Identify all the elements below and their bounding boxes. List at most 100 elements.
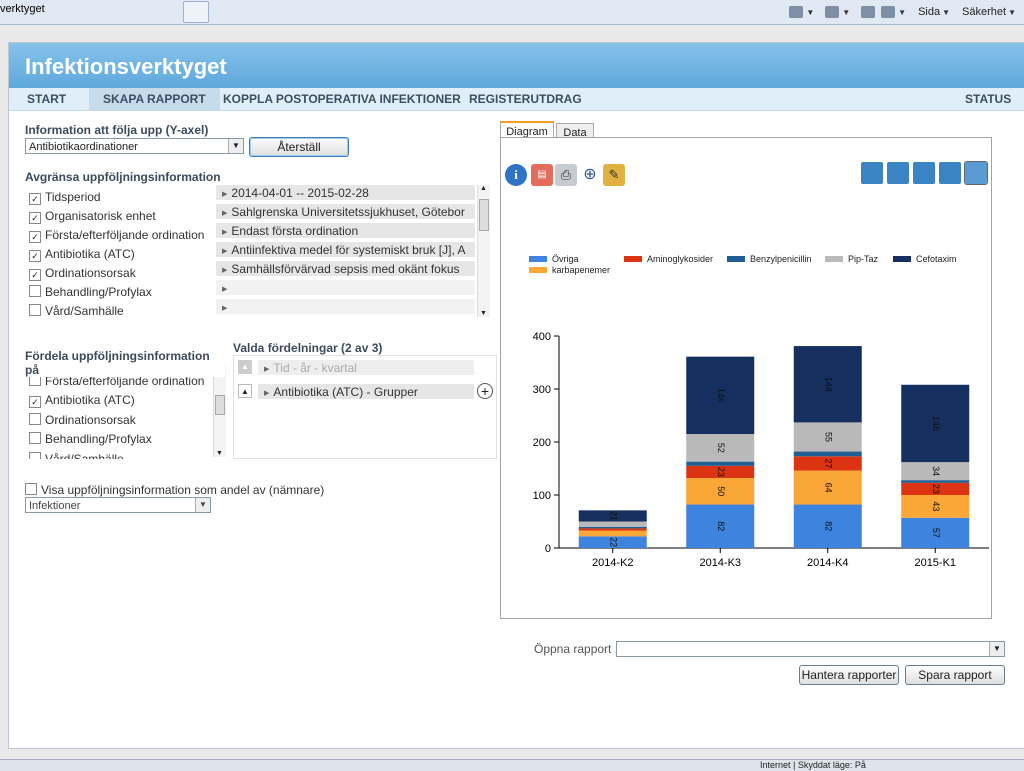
- chevron-down-icon[interactable]: ▼: [195, 498, 210, 512]
- limit-checkbox[interactable]: [29, 304, 41, 316]
- limit-item[interactable]: Behandling/Profylax: [29, 283, 152, 301]
- browser-tab-title[interactable]: verktyget: [0, 3, 45, 15]
- browser-status-bar: Internet | Skyddat läge: På: [0, 759, 1024, 771]
- limit-item-label: Organisatorisk enhet: [45, 209, 156, 223]
- limit-filter[interactable]: ▶: [216, 299, 475, 315]
- save-report-button[interactable]: Spara rapport: [905, 665, 1005, 685]
- data-label: 23: [716, 467, 726, 477]
- distribute-item-label: Antibiotika (ATC): [45, 393, 135, 407]
- zoom-icon[interactable]: ⊕: [579, 164, 601, 186]
- limit-checkbox[interactable]: ✓: [29, 269, 41, 281]
- limit-filter[interactable]: ▶ Sahlgrenska Universitetssjukhuset, Göte…: [216, 204, 475, 220]
- rss-feed-icon[interactable]: [825, 6, 840, 18]
- limit-checkbox[interactable]: ✓: [29, 193, 41, 205]
- chevron-down-icon[interactable]: ▼: [989, 642, 1004, 656]
- limit-item[interactable]: ✓ Ordinationsorsak: [29, 264, 136, 282]
- limit-filter[interactable]: ▶ Antiinfektiva medel för systemiskt bruk…: [216, 242, 475, 258]
- distribute-checkbox[interactable]: [29, 432, 41, 444]
- limit-item[interactable]: ✓ Tidsperiod: [29, 188, 101, 206]
- scroll-thumb[interactable]: [479, 199, 489, 231]
- limit-filter[interactable]: ▶ Endast första ordination: [216, 223, 475, 239]
- open-report-label: Öppna rapport: [534, 642, 612, 656]
- nav-koppla-postoperativa[interactable]: KOPPLA POSTOPERATIVA INFEKTIONER: [215, 88, 469, 110]
- limit-filter-value: Sahlgrenska Universitetssjukhuset, Göteb…: [231, 205, 465, 219]
- data-label: 23: [931, 484, 941, 494]
- limit-item-label: Tidsperiod: [45, 190, 101, 204]
- data-label: 146: [716, 388, 726, 403]
- selected-item-time[interactable]: ▶ Tid - år - kvartal: [258, 360, 474, 376]
- y-tick-label: 400: [533, 331, 551, 343]
- legend-swatch: [825, 256, 843, 262]
- selected-item-antibiotika[interactable]: ▶ Antibiotika (ATC) - Grupper: [258, 384, 474, 400]
- expand-arrow-icon: ▶: [264, 390, 270, 397]
- pdf-export-icon[interactable]: ▤: [531, 164, 553, 186]
- limit-item-label: Antibiotika (ATC): [45, 247, 135, 261]
- x-tick-label: 2014-K4: [807, 557, 849, 569]
- print-icon[interactable]: ⎙: [555, 164, 577, 186]
- nav-status[interactable]: STATUS: [957, 88, 1019, 110]
- chevron-down-icon[interactable]: ▼: [1008, 8, 1016, 17]
- scroll-down-icon[interactable]: ▼: [480, 310, 487, 317]
- chevron-down-icon[interactable]: ▼: [228, 139, 243, 153]
- area-chart-icon[interactable]: [913, 162, 935, 184]
- limit-filter[interactable]: ▶: [216, 280, 475, 296]
- limit-filter[interactable]: ▶ Samhällsförvärvad sepsis med okänt foku…: [216, 261, 475, 277]
- manage-reports-button[interactable]: Hantera rapporter: [799, 665, 899, 685]
- chevron-down-icon[interactable]: ▼: [942, 8, 950, 17]
- selected-section-label: Valda fördelningar (2 av 3): [233, 341, 383, 355]
- limit-checkbox[interactable]: [29, 285, 41, 297]
- data-label: 21: [608, 511, 618, 521]
- chevron-down-icon[interactable]: ▼: [842, 8, 850, 17]
- chart-panel: i ▤ ⎙ ⊕ ✎ Övriga karbapenemer Aminoglykosi…: [500, 137, 992, 619]
- limit-filter[interactable]: ▶ 2014-04-01 -- 2015-02-28: [216, 185, 475, 201]
- limit-item[interactable]: Vård/Samhälle: [29, 302, 124, 320]
- page-menu[interactable]: Sida: [918, 6, 940, 18]
- distribute-checkbox[interactable]: [29, 451, 41, 459]
- chevron-down-icon[interactable]: ▼: [806, 8, 814, 17]
- mail-icon[interactable]: [861, 6, 876, 18]
- share-select[interactable]: Infektioner ▼: [25, 497, 211, 513]
- limit-item[interactable]: ✓ Antibiotika (ATC): [29, 245, 135, 263]
- scroll-down-icon[interactable]: ▼: [216, 450, 223, 457]
- line-chart-icon[interactable]: [887, 162, 909, 184]
- open-report-select[interactable]: ▼: [616, 641, 1005, 657]
- limit-item[interactable]: ✓ Organisatorisk enhet: [29, 207, 156, 225]
- distribute-checkbox[interactable]: ✓: [29, 396, 41, 408]
- print-icon[interactable]: [881, 6, 896, 18]
- home-icon[interactable]: [789, 6, 804, 18]
- add-distribution-icon[interactable]: +: [477, 383, 493, 399]
- y-tick-label: 100: [533, 490, 551, 502]
- pie-chart-icon[interactable]: [939, 162, 961, 184]
- scroll-thumb[interactable]: [215, 395, 225, 415]
- distribute-item[interactable]: Behandling/Profylax: [29, 430, 152, 448]
- limit-checkbox[interactable]: ✓: [29, 212, 41, 224]
- distribute-item[interactable]: Ordinationsorsak: [29, 411, 136, 429]
- distribute-scrollbar[interactable]: ▲ ▼: [213, 363, 226, 457]
- legend-swatch: [529, 267, 547, 273]
- limit-checkbox[interactable]: ✓: [29, 250, 41, 262]
- info-icon[interactable]: i: [505, 164, 527, 186]
- new-tab-button[interactable]: [183, 1, 209, 23]
- limit-checkbox[interactable]: ✓: [29, 231, 41, 243]
- bar-chart-icon[interactable]: [861, 162, 883, 184]
- distribute-item[interactable]: Vård/Samhälle: [29, 450, 124, 459]
- share-checkbox[interactable]: [25, 483, 37, 495]
- distribute-checkbox[interactable]: [29, 412, 41, 425]
- reset-button[interactable]: Återställ: [249, 137, 349, 157]
- limit-item[interactable]: ✓ Första/efterföljande ordination: [29, 226, 204, 244]
- legend-label: Benzylpenicillin: [750, 254, 812, 264]
- nav-start[interactable]: START: [19, 88, 74, 110]
- edit-chart-icon[interactable]: ✎: [603, 164, 625, 186]
- distribute-item[interactable]: ✓ Antibiotika (ATC): [29, 391, 135, 409]
- move-up-button[interactable]: ▲: [238, 384, 252, 398]
- scroll-up-icon[interactable]: ▲: [480, 185, 487, 192]
- yaxis-select[interactable]: Antibiotikaordinationer ▼: [25, 138, 244, 154]
- expand-arrow-icon: ▶: [222, 248, 228, 255]
- limit-scrollbar[interactable]: ▲ ▼: [477, 185, 490, 317]
- chevron-down-icon[interactable]: ▼: [898, 8, 906, 17]
- nav-registerutdrag[interactable]: REGISTERUTDRAG: [461, 88, 590, 110]
- nav-skapa-rapport[interactable]: SKAPA RAPPORT: [89, 88, 220, 110]
- stacked-bar-chart-icon[interactable]: [964, 161, 988, 185]
- limit-section-label: Avgränsa uppföljningsinformation: [25, 170, 221, 184]
- safety-menu[interactable]: Säkerhet: [962, 6, 1006, 18]
